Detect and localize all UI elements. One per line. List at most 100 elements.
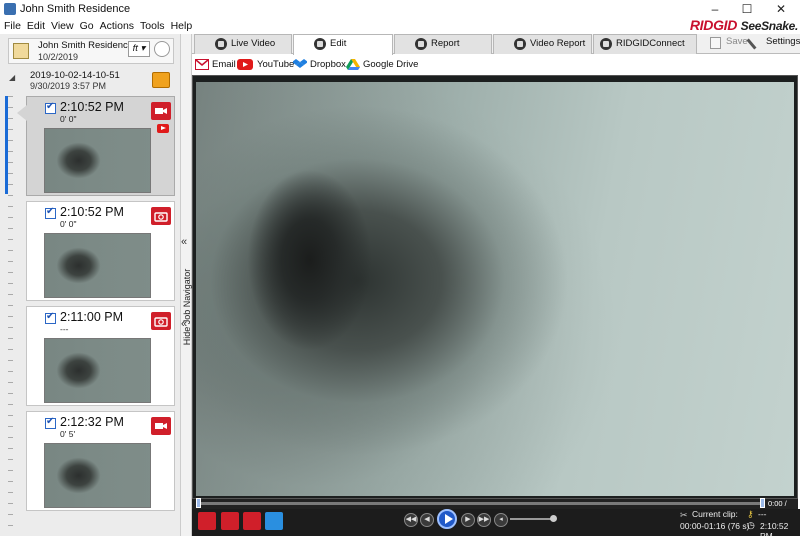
ruler-tick — [8, 470, 13, 471]
ruler-tick — [8, 393, 13, 394]
volume-icon[interactable]: ◂ — [494, 513, 508, 527]
menu-go[interactable]: Go — [77, 19, 97, 33]
ruler-tick — [8, 338, 13, 339]
photo-camera-icon — [151, 312, 171, 330]
video-player[interactable] — [196, 82, 794, 496]
collapse-caret-icon[interactable]: ◢ — [9, 73, 15, 82]
tab-label: Edit — [330, 38, 347, 49]
media-thumbnail[interactable] — [44, 338, 151, 403]
ruler-tick — [8, 415, 13, 416]
ruler-tick — [8, 437, 13, 438]
media-item[interactable]: 2:12:32 PM 0' 5' — [26, 411, 175, 511]
ruler-tick — [8, 272, 13, 273]
play-button[interactable] — [437, 509, 457, 529]
share-google-drive[interactable]: Google Drive — [363, 58, 418, 72]
ruler-tick — [8, 217, 13, 218]
ruler-tick — [8, 481, 13, 482]
media-thumbnail[interactable] — [44, 128, 151, 193]
hide-job-navigator-toggle[interactable]: Hide Job Navigator — [180, 250, 192, 370]
session-name: 2019-10-02-14-10-51 — [30, 70, 120, 81]
ruler-tick — [8, 250, 13, 251]
draw-pen-icon[interactable] — [243, 512, 261, 530]
timeline-track[interactable] — [198, 502, 762, 505]
selection-indicator — [5, 96, 8, 194]
brand-logo: RIDGID SeeSnake. — [690, 17, 798, 33]
tab-edit[interactable]: Edit — [293, 34, 393, 55]
video-report-icon — [514, 38, 526, 50]
menu-view[interactable]: View — [48, 19, 77, 33]
minimize-button[interactable]: – — [700, 0, 730, 18]
media-item[interactable]: 2:10:52 PM 0' 0" — [26, 201, 175, 301]
clip-icon: ✂ — [680, 510, 688, 520]
unit-select-value: ft — [132, 43, 138, 54]
share-email[interactable]: Email — [212, 58, 236, 72]
fast-forward-button[interactable]: ▶▶ — [477, 513, 491, 527]
tab-report[interactable]: Report — [394, 34, 492, 54]
snapshot-camera-icon[interactable] — [198, 512, 216, 530]
menu-edit[interactable]: Edit — [24, 19, 48, 33]
clapperboard-icon[interactable] — [221, 512, 239, 530]
ruler-tick — [8, 206, 13, 207]
email-icon — [195, 59, 209, 70]
next-button[interactable]: ▶ — [461, 513, 475, 527]
video-camera-icon — [151, 417, 171, 435]
unit-select[interactable]: ft ▾ — [128, 41, 150, 57]
media-thumbnail[interactable] — [44, 233, 151, 298]
ruler-tick — [8, 327, 13, 328]
menu-help[interactable]: Help — [168, 19, 196, 33]
media-time: 2:10:52 PM — [60, 100, 124, 114]
app-icon — [4, 3, 16, 15]
collapse-chevron-icon[interactable]: « — [181, 236, 187, 248]
collapse-chevron-icon[interactable]: « — [181, 318, 187, 330]
open-folder-icon[interactable] — [152, 72, 170, 88]
tab-live-video[interactable]: Live Video — [194, 34, 292, 54]
job-name: John Smith Residence — [38, 40, 134, 51]
previous-button[interactable]: ◀ — [420, 513, 434, 527]
maximize-button[interactable]: ☐ — [732, 0, 762, 18]
settings-button[interactable]: Settings — [748, 36, 800, 47]
volume-slider[interactable] — [510, 518, 554, 520]
share-dropbox[interactable]: Dropbox — [310, 58, 346, 72]
tab-label: Live Video — [231, 38, 276, 49]
volume-knob[interactable] — [550, 515, 557, 522]
media-checkbox[interactable] — [45, 416, 56, 429]
timeline-end-handle[interactable] — [760, 498, 765, 508]
photo-camera-icon — [151, 207, 171, 225]
brand-seesnake: SeeSnake. — [740, 19, 799, 33]
text-pen-icon[interactable] — [265, 512, 283, 530]
share-youtube[interactable]: YouTube — [257, 58, 294, 72]
save-button[interactable]: Save — [710, 36, 748, 47]
tab-ridgidconnect-upload[interactable]: RIDGIDConnect Upload — [593, 34, 697, 67]
rewind-button[interactable]: ◀◀ — [404, 513, 418, 527]
ruler-tick — [8, 305, 13, 306]
tab-video-report[interactable]: Video Report — [493, 34, 592, 54]
close-button[interactable]: ✕ — [766, 0, 796, 18]
media-position: 0' 0" — [60, 114, 77, 124]
ruler-tick — [8, 404, 13, 405]
live-video-icon — [215, 38, 227, 50]
menu-file[interactable]: File — [1, 19, 24, 33]
media-time: 2:10:52 PM — [60, 205, 124, 219]
media-thumbnail[interactable] — [44, 443, 151, 508]
media-position: 0' 5' — [60, 429, 76, 439]
clock-icon: ◷ — [747, 520, 755, 530]
ruler-tick — [8, 525, 13, 526]
media-checkbox[interactable] — [45, 206, 56, 219]
job-notepad-icon — [13, 43, 29, 59]
menu-actions[interactable]: Actions — [97, 19, 137, 33]
ruler-tick — [8, 360, 13, 361]
clip-clock-time: 2:10:52 PM — [760, 521, 789, 536]
timeline-start-handle[interactable] — [196, 498, 201, 508]
upload-icon — [600, 38, 612, 50]
ruler-tick — [8, 118, 13, 119]
menu-tools[interactable]: Tools — [137, 19, 168, 33]
media-item[interactable]: 2:10:52 PM 0' 0" — [17, 96, 175, 196]
ruler-tick — [8, 382, 13, 383]
media-checkbox[interactable] — [45, 101, 56, 114]
media-item[interactable]: 2:11:00 PM --- — [26, 306, 175, 406]
clock-icon[interactable] — [154, 41, 170, 57]
media-checkbox[interactable] — [45, 311, 56, 324]
current-clip-range: 00:00-01:16 (76 s) — [680, 521, 750, 531]
job-date: 10/2/2019 — [38, 52, 79, 62]
ruler-tick — [8, 96, 13, 97]
